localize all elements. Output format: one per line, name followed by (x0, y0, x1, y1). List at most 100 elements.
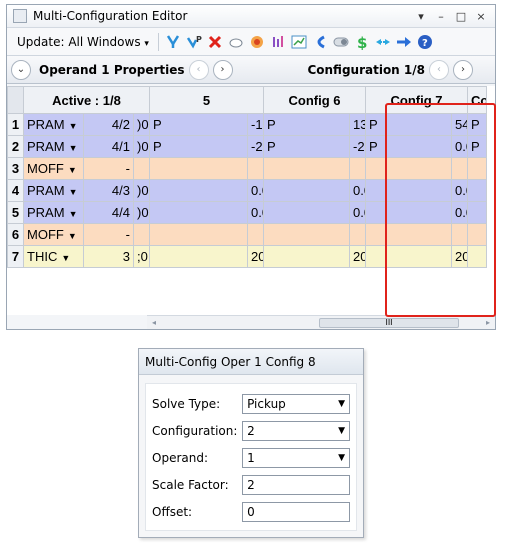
config-5-solve-flag[interactable] (149, 157, 248, 180)
active-config-cell[interactable]: 4/4 (83, 201, 134, 224)
dropdown-arrow-icon[interactable]: ▼ (68, 231, 77, 241)
window-menu-button[interactable]: ▾ (413, 10, 429, 23)
active-config-cell[interactable]: 4/2 (83, 113, 134, 136)
config-6-solve-flag[interactable] (263, 179, 351, 202)
config-7-cell[interactable]: 135.00000 (349, 113, 367, 136)
operand-next-button[interactable]: › (212, 59, 233, 80)
config-8-solve-flag[interactable] (467, 179, 487, 202)
config-7-cell[interactable]: -233.82000 (349, 135, 367, 158)
split-icon[interactable] (374, 33, 392, 51)
row-number[interactable]: 7 (7, 245, 24, 268)
config-8-cell[interactable]: 0.00000 (451, 179, 469, 202)
row-number[interactable]: 1 (7, 113, 24, 136)
active-config-cell[interactable]: 3 (83, 245, 134, 268)
maximize-button[interactable]: □ (453, 10, 469, 23)
config-6-solve-flag[interactable] (263, 201, 351, 224)
config-8-cell[interactable]: 540.00000 (451, 113, 469, 136)
config-6-solve-flag[interactable] (263, 157, 351, 180)
config-7-solve-flag[interactable] (365, 223, 453, 246)
config-5-solve-flag[interactable] (149, 201, 248, 224)
config-8-solve-flag[interactable] (467, 201, 487, 224)
collapse-chevron-icon[interactable]: ⌄ (11, 59, 31, 80)
dropdown-arrow-icon[interactable]: ▼ (61, 253, 70, 263)
toggle-icon[interactable] (332, 33, 350, 51)
config-5-solve-flag[interactable]: P (149, 135, 248, 158)
config-7-cell[interactable]: 0.00000 (349, 179, 367, 202)
operand-type-cell[interactable]: PRAM ▼ (23, 113, 84, 136)
config-6-cell[interactable]: 0.00000 (246, 179, 265, 202)
config-7-cell[interactable] (349, 223, 367, 246)
pickup-arrow-icon[interactable] (164, 33, 182, 51)
config-6-cell[interactable]: 2090.88750 (246, 245, 265, 268)
operand-type-cell[interactable]: PRAM ▼ (23, 135, 84, 158)
config-next-button[interactable]: › (453, 59, 473, 80)
config-7-solve-flag[interactable] (365, 245, 453, 268)
minimize-button[interactable]: – (433, 10, 449, 23)
row-number[interactable]: 4 (7, 179, 24, 202)
config-8-cell[interactable]: 2063.55000 (451, 245, 469, 268)
active-config-cell[interactable]: 4/1 (83, 135, 134, 158)
config-5-cell[interactable]: )0 (133, 113, 150, 136)
next-arrow-icon[interactable] (395, 33, 413, 51)
config-7-solve-flag[interactable] (365, 179, 453, 202)
config-6-column-header[interactable]: Config 6 (263, 86, 367, 114)
config-5-solve-flag[interactable] (149, 245, 248, 268)
bars-icon[interactable] (269, 33, 287, 51)
dropdown-arrow-icon[interactable]: ▼ (69, 121, 78, 131)
operand-prev-button[interactable]: ‹ (188, 59, 209, 80)
configuration-select[interactable]: 2 ▼ (242, 420, 350, 441)
config-5-cell[interactable]: ;0 (133, 245, 150, 268)
config-5-cell[interactable]: )0 (133, 135, 150, 158)
config-6-solve-flag[interactable] (263, 245, 351, 268)
solve-type-select[interactable]: Pickup ▼ (242, 393, 350, 414)
config-7-solve-flag[interactable]: P (365, 113, 453, 136)
row-number[interactable]: 2 (7, 135, 24, 158)
target-icon[interactable] (248, 33, 266, 51)
config-6-solve-flag[interactable]: P (263, 135, 351, 158)
config-7-column-header[interactable]: Config 7 (365, 86, 469, 114)
graph-icon[interactable] (290, 33, 308, 51)
scroll-right-icon[interactable]: ▸ (481, 316, 495, 330)
active-config-cell[interactable]: - (83, 157, 134, 180)
dropdown-arrow-icon[interactable]: ▼ (69, 209, 78, 219)
row-number[interactable]: 5 (7, 201, 24, 224)
operand-type-cell[interactable]: MOFF ▼ (23, 157, 84, 180)
config-6-cell[interactable] (246, 223, 265, 246)
config-8-solve-flag[interactable] (467, 157, 487, 180)
config-7-solve-flag[interactable] (365, 157, 453, 180)
operand-type-cell[interactable]: MOFF ▼ (23, 223, 84, 246)
config-5-cell[interactable] (133, 223, 150, 246)
scroll-thumb[interactable]: III (319, 318, 459, 328)
config-8-solve-flag[interactable] (467, 245, 487, 268)
dropdown-arrow-icon[interactable]: ▼ (69, 143, 78, 153)
help-icon[interactable]: ? (416, 33, 434, 51)
active-config-cell[interactable]: 4/3 (83, 179, 134, 202)
config-8-column-header[interactable]: Config 8 (467, 86, 487, 114)
config-8-solve-flag[interactable]: P (467, 135, 487, 158)
config-5-cell[interactable]: )0 (133, 179, 150, 202)
config-6-cell[interactable]: -135.00000 (246, 113, 265, 136)
dollar-icon[interactable]: $ (353, 33, 371, 51)
config-8-cell[interactable] (451, 223, 469, 246)
config-5-solve-flag[interactable] (149, 179, 248, 202)
offset-input[interactable]: 0 (242, 501, 350, 522)
dropdown-arrow-icon[interactable]: ▼ (69, 187, 78, 197)
ellipse-icon[interactable] (227, 33, 245, 51)
config-8-cell[interactable] (451, 157, 469, 180)
config-6-cell[interactable]: -233.82000 (246, 135, 265, 158)
close-button[interactable]: × (473, 10, 489, 23)
config-5-solve-flag[interactable] (149, 223, 248, 246)
config-6-solve-flag[interactable] (263, 223, 351, 246)
operand-type-cell[interactable]: THIC ▼ (23, 245, 84, 268)
operand-select[interactable]: 1 ▼ (242, 447, 350, 468)
config-7-solve-flag[interactable]: P (365, 135, 453, 158)
active-column-header[interactable]: Active : 1/8 (23, 86, 150, 114)
config-6-cell[interactable]: 0.00000 (246, 201, 265, 224)
config-6-solve-flag[interactable]: P (263, 113, 351, 136)
config-7-cell[interactable]: 2090.88750 (349, 245, 367, 268)
config-7-solve-flag[interactable] (365, 201, 453, 224)
scale-factor-input[interactable]: 2 (242, 474, 350, 495)
row-number[interactable]: 6 (7, 223, 24, 246)
config-5-cell[interactable]: )0 (133, 201, 150, 224)
config-8-solve-flag[interactable]: P (467, 113, 487, 136)
